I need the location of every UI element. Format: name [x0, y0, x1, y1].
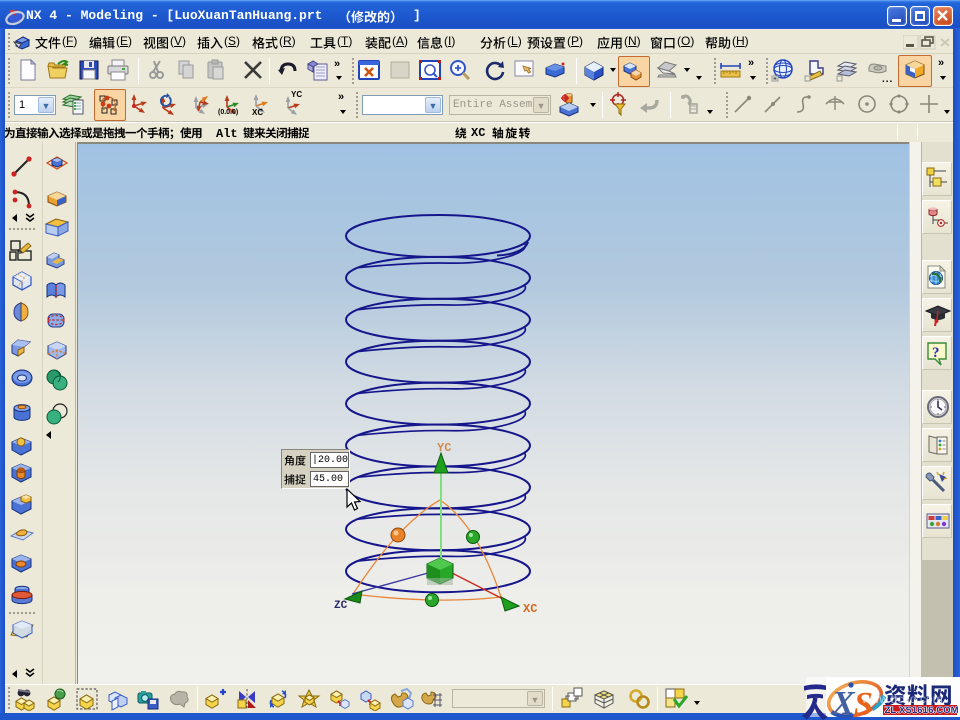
- svg-text:XC: XC: [523, 602, 537, 616]
- svg-text:YC: YC: [437, 441, 451, 455]
- svg-text:?: ?: [932, 345, 940, 361]
- svg-text:X: X: [831, 685, 856, 720]
- svg-text:ZC: ZC: [334, 600, 348, 612]
